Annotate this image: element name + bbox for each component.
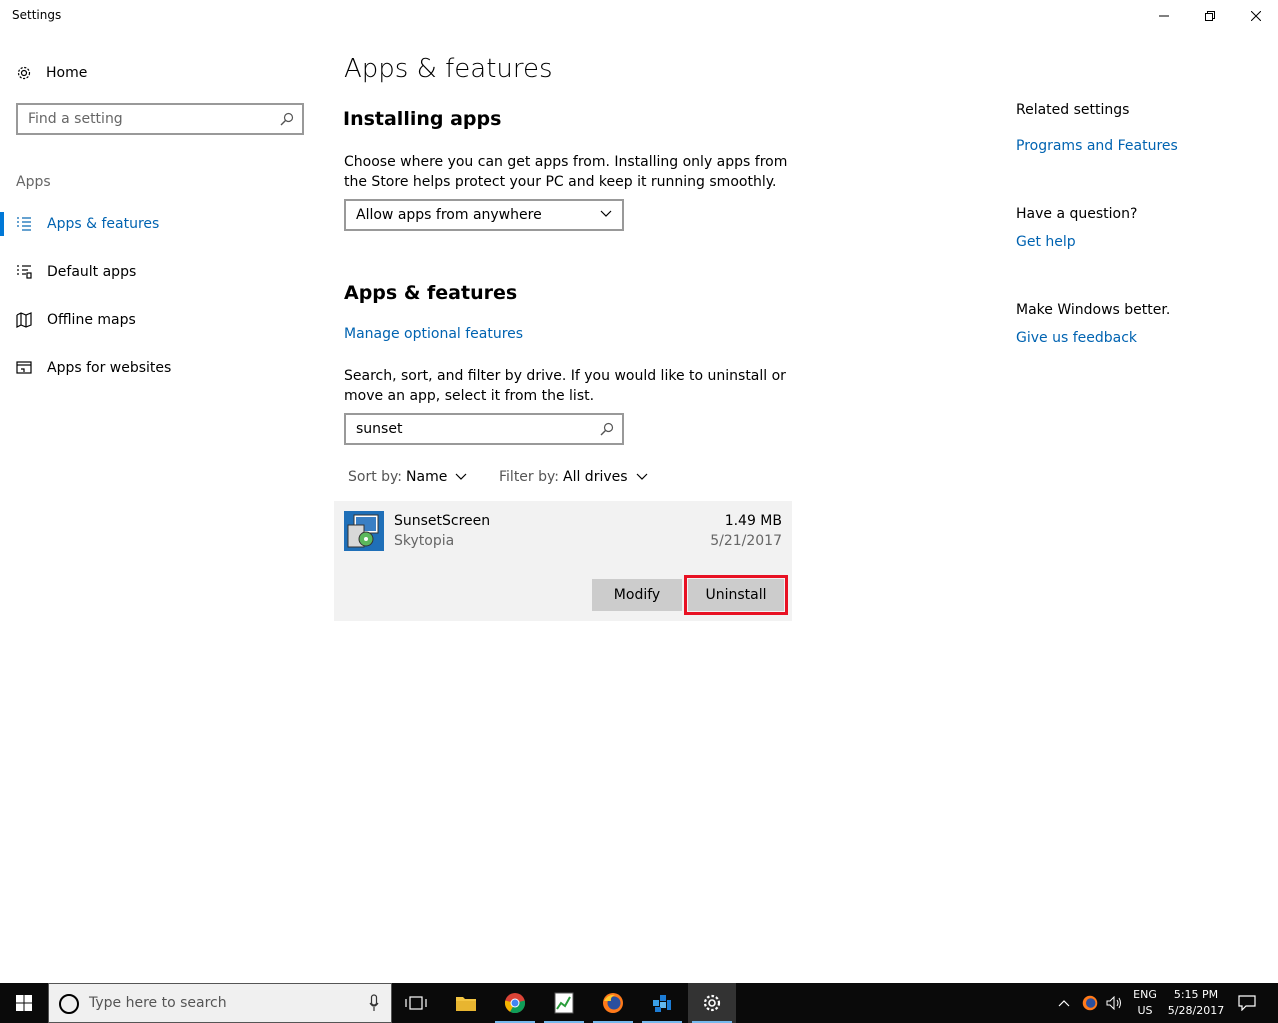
- tray-overflow-button[interactable]: [1058, 983, 1070, 1023]
- close-button[interactable]: [1233, 0, 1278, 32]
- sidebar-item-offline-maps[interactable]: Offline maps: [0, 300, 320, 340]
- make-windows-better-heading: Make Windows better.: [1016, 302, 1171, 318]
- clock-date: 5/28/2017: [1167, 1004, 1225, 1017]
- minimize-icon: [1159, 15, 1169, 17]
- manage-optional-features-link[interactable]: Manage optional features: [344, 326, 523, 342]
- task-view-button[interactable]: [392, 983, 440, 1023]
- lang-code: ENG: [1133, 988, 1157, 1001]
- sidebar-item-default-apps[interactable]: Default apps: [0, 252, 320, 292]
- map-icon: [16, 312, 32, 328]
- sidebar: Home Apps Apps & features Default apps O…: [0, 32, 320, 982]
- filter-label: Filter by:: [499, 469, 559, 485]
- speaker-icon: [1106, 996, 1121, 1010]
- chevron-down-icon: [636, 473, 647, 480]
- taskbar: Type here to search ENG US 5:15 PM 5/28/…: [0, 983, 1278, 1023]
- apps-features-description: Search, sort, and filter by drive. If yo…: [344, 368, 786, 404]
- apps-features-heading: Apps & features: [344, 282, 518, 304]
- firefox-icon: [1082, 995, 1098, 1011]
- restore-icon: [1205, 11, 1215, 21]
- taskbar-file-explorer[interactable]: [442, 983, 490, 1023]
- chrome-icon: [504, 993, 526, 1014]
- page-title: Apps & features: [344, 54, 553, 84]
- clock[interactable]: 5:15 PM 5/28/2017: [1166, 987, 1226, 1019]
- input-language[interactable]: ENG US: [1132, 987, 1158, 1019]
- gear-icon: [17, 66, 31, 80]
- app-blue-icon: [653, 995, 671, 1012]
- taskbar-search-box[interactable]: Type here to search: [48, 983, 392, 1023]
- sidebar-item-apps-features[interactable]: Apps & features: [0, 204, 320, 244]
- question-heading: Have a question?: [1016, 206, 1138, 222]
- window-title: Settings: [12, 8, 62, 22]
- home-label: Home: [46, 65, 88, 81]
- taskbar-search-placeholder: Type here to search: [89, 995, 227, 1011]
- tray-firefox[interactable]: [1082, 983, 1098, 1023]
- sidebar-item-apps-for-websites[interactable]: Apps for websites: [0, 348, 320, 388]
- action-center-button[interactable]: [1238, 983, 1256, 1023]
- app-install-date: 5/21/2017: [710, 533, 782, 549]
- sort-label: Sort by:: [348, 469, 403, 485]
- get-help-link[interactable]: Get help: [1016, 234, 1076, 250]
- dropdown-value: Allow apps from anywhere: [356, 207, 542, 223]
- chart-document-icon: [554, 992, 574, 1014]
- installing-apps-heading: Installing apps: [343, 108, 502, 130]
- find-setting-input[interactable]: [18, 105, 268, 133]
- find-setting-box[interactable]: [16, 103, 304, 135]
- give-feedback-link[interactable]: Give us feedback: [1016, 330, 1137, 346]
- notification-icon: [1238, 995, 1256, 1011]
- restore-button[interactable]: [1187, 0, 1233, 32]
- taskbar-app-blue[interactable]: [638, 983, 686, 1023]
- sidebar-item-label: Offline maps: [47, 312, 136, 328]
- app-publisher: Skytopia: [394, 533, 455, 549]
- folder-icon: [456, 997, 476, 1011]
- sidebar-item-label: Apps & features: [47, 216, 160, 232]
- app-icon: [344, 511, 384, 551]
- sidebar-item-label: Apps for websites: [47, 360, 172, 376]
- chevron-down-icon: [600, 210, 612, 217]
- gear-icon: [703, 994, 721, 1012]
- section-label-apps: Apps: [16, 174, 51, 190]
- sidebar-item-label: Default apps: [47, 264, 137, 280]
- filter-value: All drives: [563, 469, 628, 485]
- cortana-icon: [59, 994, 79, 1014]
- clock-time: 5:15 PM: [1173, 988, 1219, 1001]
- app-size: 1.49 MB: [724, 513, 782, 529]
- taskbar-settings[interactable]: [688, 983, 736, 1023]
- search-icon[interactable]: [280, 112, 294, 126]
- app-source-dropdown[interactable]: Allow apps from anywhere: [344, 199, 624, 231]
- lang-region: US: [1137, 1004, 1153, 1017]
- chevron-up-icon: [1058, 1000, 1070, 1007]
- modify-button[interactable]: Modify: [592, 579, 682, 611]
- minimize-button[interactable]: [1141, 0, 1187, 32]
- related-settings-heading: Related settings: [1016, 102, 1130, 118]
- search-icon[interactable]: [600, 422, 614, 436]
- windows-logo-icon: [16, 995, 32, 1011]
- uninstall-button[interactable]: Uninstall: [684, 575, 788, 615]
- microphone-icon[interactable]: [369, 994, 379, 1012]
- sort-value: Name: [406, 469, 448, 485]
- programs-and-features-link[interactable]: Programs and Features: [1016, 138, 1178, 154]
- web-apps-icon: [16, 361, 32, 374]
- close-icon: [1251, 11, 1261, 21]
- sidebar-home[interactable]: Home: [16, 62, 87, 84]
- sort-dropdown[interactable]: Sort by: Name: [348, 466, 467, 488]
- taskbar-task-manager[interactable]: [540, 983, 588, 1023]
- title-bar: Settings: [0, 0, 1278, 32]
- taskbar-firefox[interactable]: [589, 983, 637, 1023]
- filter-dropdown[interactable]: Filter by: All drives: [499, 466, 648, 488]
- app-search-box[interactable]: [344, 413, 624, 445]
- task-view-icon: [405, 996, 427, 1010]
- firefox-icon: [603, 993, 623, 1013]
- app-list-item[interactable]: SunsetScreen Skytopia 1.49 MB 5/21/2017 …: [334, 501, 792, 621]
- chevron-down-icon: [455, 473, 467, 480]
- installing-apps-description: Choose where you can get apps from. Inst…: [344, 154, 788, 190]
- default-apps-icon: [17, 265, 32, 279]
- tray-volume[interactable]: [1106, 983, 1124, 1023]
- app-name: SunsetScreen: [394, 513, 491, 529]
- app-search-input[interactable]: [346, 415, 586, 443]
- start-button[interactable]: [0, 983, 48, 1023]
- active-indicator: [0, 212, 4, 236]
- list-icon: [17, 217, 31, 231]
- taskbar-chrome[interactable]: [491, 983, 539, 1023]
